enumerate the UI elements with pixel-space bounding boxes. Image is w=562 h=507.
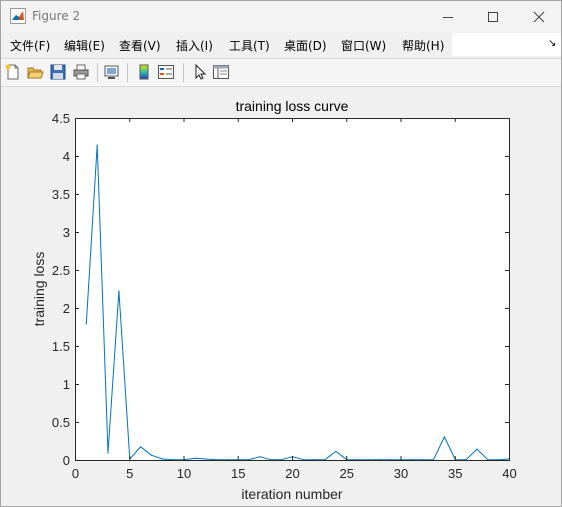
figure-window: Figure 2 文件(F) 编辑(E) 查看(V) 插入(I) 工具(T) 桌… bbox=[0, 0, 562, 507]
y-tick-label: 3 bbox=[63, 225, 70, 240]
title-bar: Figure 2 bbox=[1, 1, 561, 32]
loss-data-point bbox=[335, 450, 337, 452]
y-tick-label: 2.5 bbox=[52, 263, 70, 278]
menu-desktop[interactable]: 桌面(D) bbox=[284, 37, 327, 54]
toolbar-separator bbox=[97, 63, 98, 82]
menu-view[interactable]: 查看(V) bbox=[119, 37, 161, 54]
loss-data-point bbox=[150, 454, 152, 456]
loss-data-point bbox=[161, 458, 163, 460]
pointer-icon[interactable] bbox=[191, 63, 209, 81]
property-editor-icon[interactable] bbox=[212, 63, 230, 81]
x-tick-label: 30 bbox=[394, 466, 408, 481]
y-tick-label: 2 bbox=[63, 301, 70, 316]
y-tick-label: 4.5 bbox=[52, 111, 70, 126]
x-tick-label: 15 bbox=[231, 466, 245, 481]
x-tick-label: 5 bbox=[126, 466, 133, 481]
y-tick-label: 0.5 bbox=[52, 415, 70, 430]
toolbar bbox=[1, 58, 561, 87]
axes-background bbox=[75, 118, 509, 460]
x-tick-label: 40 bbox=[502, 466, 516, 481]
minimize-button[interactable] bbox=[425, 1, 471, 32]
toolbar-separator bbox=[183, 63, 184, 82]
y-tick-label: 4 bbox=[63, 149, 70, 164]
legend-icon[interactable] bbox=[157, 63, 175, 81]
menu-window[interactable]: 窗口(W) bbox=[341, 37, 386, 54]
save-icon[interactable] bbox=[49, 63, 67, 81]
x-tick-label: 25 bbox=[340, 466, 354, 481]
loss-data-point bbox=[476, 448, 478, 450]
minimize-icon bbox=[443, 16, 453, 18]
loss-data-point bbox=[85, 323, 87, 325]
menu-help[interactable]: 帮助(H) bbox=[402, 37, 444, 54]
x-tick-label: 35 bbox=[448, 466, 462, 481]
close-button[interactable] bbox=[516, 1, 562, 32]
x-tick-label: 0 bbox=[72, 466, 79, 481]
loss-data-point bbox=[259, 456, 261, 458]
menu-insert[interactable]: 插入(I) bbox=[176, 37, 213, 54]
loss-data-point bbox=[205, 458, 207, 460]
menu-tools[interactable]: 工具(T) bbox=[229, 37, 270, 54]
x-tick-label: 20 bbox=[285, 466, 299, 481]
print-icon[interactable] bbox=[72, 63, 90, 81]
line-chart[interactable]: 0 5 10 15 20 25 30 35 40 0 0.5 1 1.5 2 2.5 3 3.5 4 4.5 tra… bbox=[2, 87, 561, 506]
new-figure-icon[interactable] bbox=[4, 63, 22, 81]
menu-file[interactable]: 文件(F) bbox=[10, 37, 50, 54]
close-icon bbox=[533, 11, 545, 22]
menu-overflow-icon[interactable]: ↘ bbox=[548, 38, 556, 49]
y-axis-label: training loss bbox=[31, 252, 47, 327]
loss-data-point bbox=[96, 144, 98, 146]
y-tick-label: 3.5 bbox=[52, 187, 70, 202]
loss-data-point bbox=[107, 452, 109, 454]
open-file-icon[interactable] bbox=[26, 63, 44, 81]
loss-data-point bbox=[194, 457, 196, 459]
x-axis-label: iteration number bbox=[241, 486, 343, 502]
menu-bar-filler bbox=[452, 33, 561, 56]
toolbar-separator bbox=[127, 63, 128, 82]
maximize-icon bbox=[488, 11, 498, 22]
y-tick-label: 1.5 bbox=[52, 339, 70, 354]
maximize-button[interactable] bbox=[470, 1, 516, 32]
loss-data-point bbox=[118, 290, 120, 292]
matlab-icon bbox=[10, 8, 26, 24]
x-tick-label: 10 bbox=[177, 466, 191, 481]
window-title: Figure 2 bbox=[32, 9, 81, 23]
colorbar-icon[interactable] bbox=[135, 63, 153, 81]
menu-edit[interactable]: 编辑(E) bbox=[64, 37, 105, 54]
y-tick-label: 0 bbox=[63, 453, 70, 468]
figure-canvas: 0 5 10 15 20 25 30 35 40 0 0.5 1 1.5 2 2.5 3 3.5 4 4.5 tra… bbox=[2, 87, 561, 506]
loss-data-point bbox=[443, 436, 445, 438]
loss-data-point bbox=[140, 446, 142, 448]
link-plot-icon[interactable] bbox=[103, 63, 121, 81]
y-tick-label: 1 bbox=[63, 377, 70, 392]
chart-title: training loss curve bbox=[236, 98, 349, 114]
